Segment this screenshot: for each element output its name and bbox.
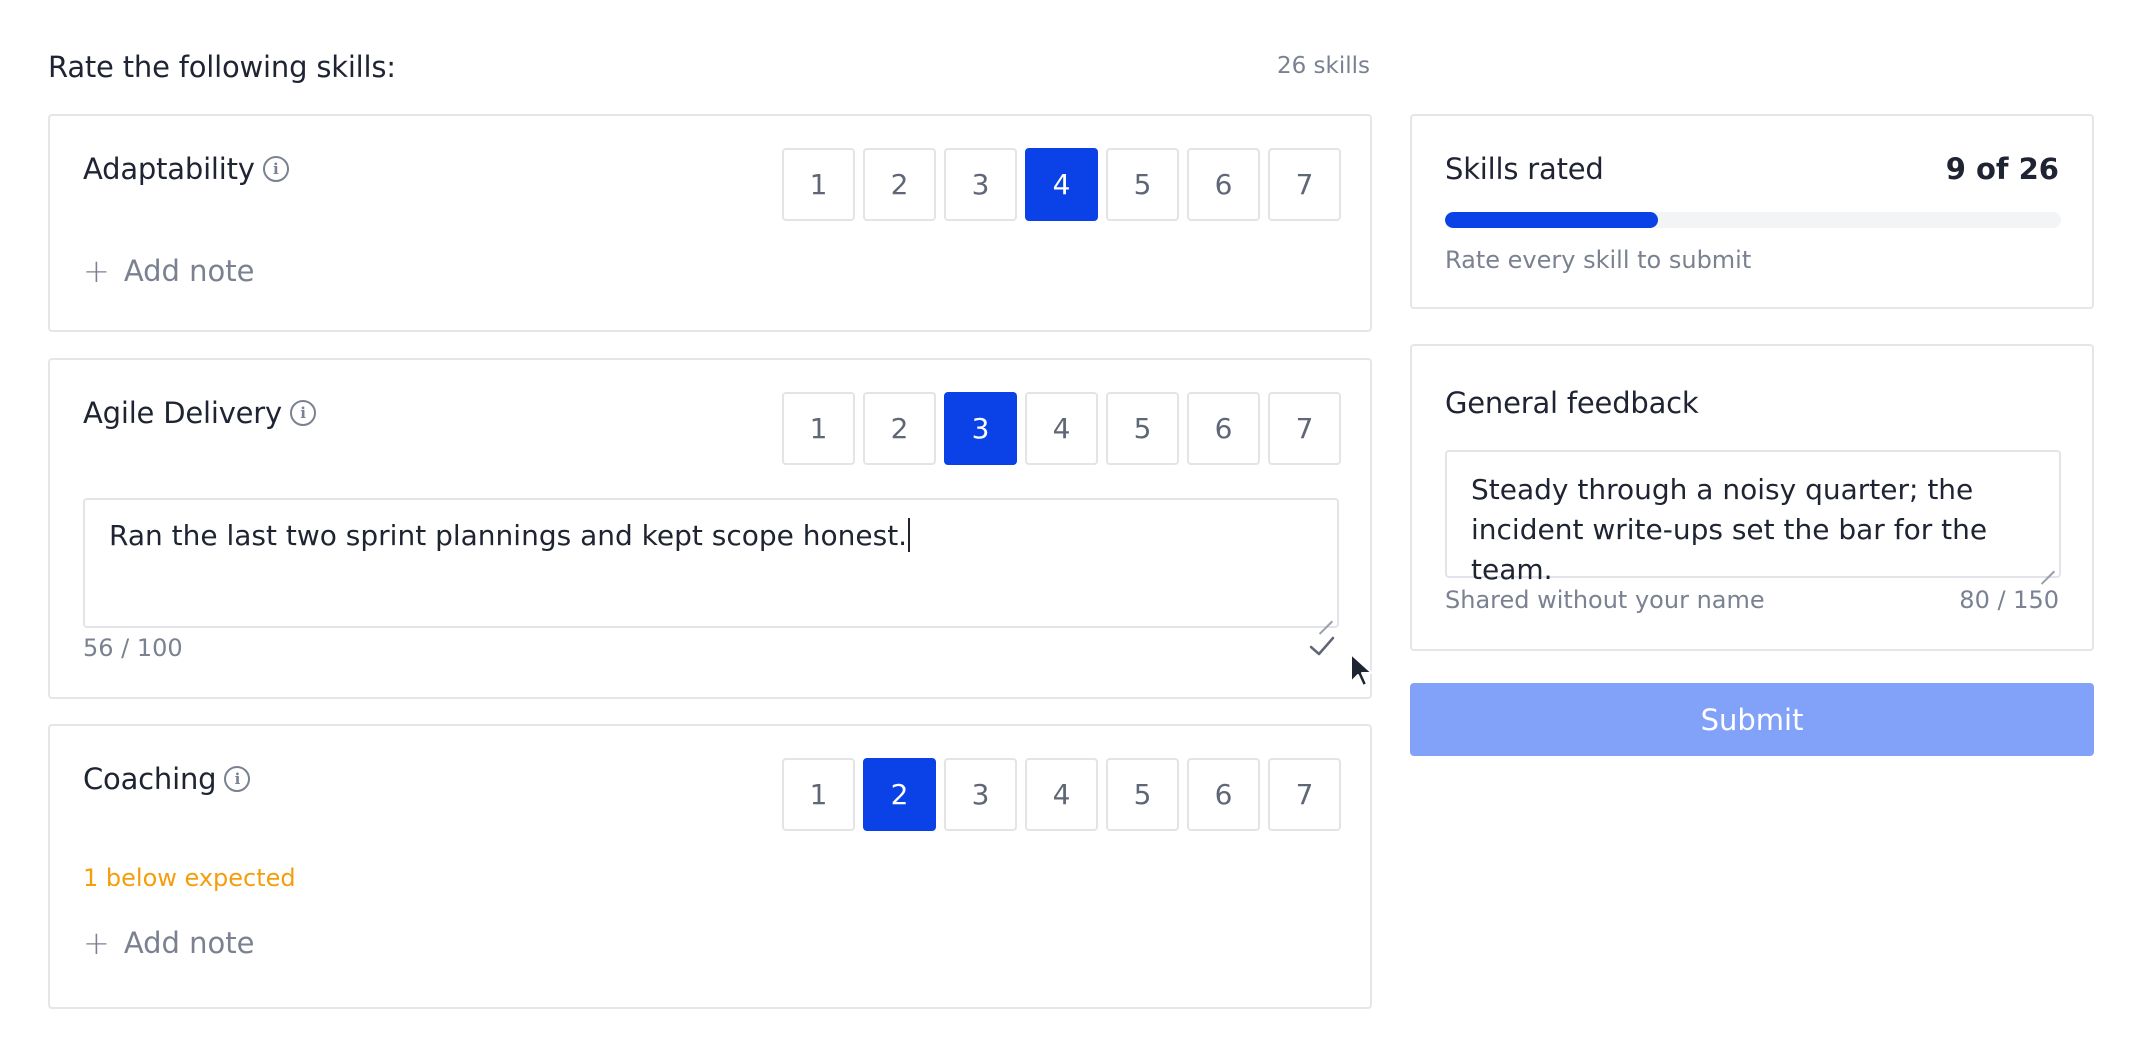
feedback-textarea[interactable]: Steady through a noisy quarter; the inci…: [1445, 450, 2061, 586]
feedback-hint: Shared without your name: [1445, 586, 1765, 614]
rating-option-6[interactable]: 6: [1187, 392, 1260, 465]
progress-value: 9 of 26: [1945, 152, 2059, 186]
rating-option-5[interactable]: 5: [1106, 148, 1179, 221]
skill-card-agile-delivery: Agile Delivery i 1234567 Ran the last tw…: [48, 358, 1372, 699]
feedback-text: Steady through a noisy quarter; the inci…: [1471, 473, 1988, 586]
skill-name: Agile Delivery: [83, 396, 282, 430]
rating-option-6[interactable]: 6: [1187, 148, 1260, 221]
plus-icon: +: [83, 924, 110, 962]
skill-title: Agile Delivery i: [83, 396, 316, 430]
note-char-counter: 56 / 100: [83, 634, 183, 662]
rating-option-2[interactable]: 2: [863, 392, 936, 465]
rating-scale: 1234567: [782, 392, 1341, 465]
rating-option-5[interactable]: 5: [1106, 758, 1179, 831]
skill-title: Coaching i: [83, 762, 251, 796]
rating-option-6[interactable]: 6: [1187, 758, 1260, 831]
skill-title: Adaptability i: [83, 152, 289, 186]
feedback-char-counter: 80 / 150: [1959, 586, 2059, 614]
rating-option-1[interactable]: 1: [782, 758, 855, 831]
text-caret: [908, 518, 911, 552]
mouse-cursor-icon: [1350, 653, 1373, 687]
rating-warning: 1 below expected: [83, 864, 296, 892]
rating-option-7[interactable]: 7: [1268, 148, 1341, 221]
rating-scale: 1234567: [782, 148, 1341, 221]
add-note-label: Add note: [123, 926, 255, 960]
skill-card-adaptability: Adaptability i 1234567 + Add note: [48, 114, 1372, 332]
skill-name: Adaptability: [83, 152, 255, 186]
skill-card-coaching: Coaching i 1234567 1 below expected + Ad…: [48, 724, 1372, 1009]
progress-hint: Rate every skill to submit: [1445, 246, 1752, 274]
note-textarea[interactable]: Ran the last two sprint plannings and ke…: [83, 498, 1339, 628]
progress-title: Skills rated: [1445, 152, 1604, 186]
skill-name: Coaching: [83, 762, 217, 796]
rating-option-2[interactable]: 2: [863, 148, 936, 221]
rating-option-7[interactable]: 7: [1268, 392, 1341, 465]
rating-option-7[interactable]: 7: [1268, 758, 1341, 831]
add-note-label: Add note: [123, 254, 255, 288]
resize-handle[interactable]: [2041, 558, 2055, 572]
note-text: Ran the last two sprint plannings and ke…: [109, 519, 908, 552]
info-icon[interactable]: i: [224, 766, 251, 792]
rating-option-3[interactable]: 3: [944, 758, 1017, 831]
info-icon[interactable]: i: [290, 400, 316, 426]
rating-option-3[interactable]: 3: [944, 148, 1017, 221]
rating-scale: 1234567: [782, 758, 1341, 831]
add-note-button[interactable]: + Add note: [83, 254, 255, 288]
plus-icon: +: [83, 252, 110, 290]
rating-option-2[interactable]: 2: [863, 758, 936, 831]
rating-option-5[interactable]: 5: [1106, 392, 1179, 465]
add-note-button[interactable]: + Add note: [83, 926, 255, 960]
rating-option-3[interactable]: 3: [944, 392, 1017, 465]
progress-fill: [1445, 212, 1659, 228]
skills-count: 26 skills: [1276, 53, 1370, 79]
resize-handle[interactable]: [1319, 608, 1333, 622]
rating-option-4[interactable]: 4: [1025, 758, 1098, 831]
check-icon: [1309, 636, 1335, 656]
rating-option-1[interactable]: 1: [782, 148, 855, 221]
feedback-title: General feedback: [1445, 386, 1699, 420]
rating-option-4[interactable]: 4: [1025, 148, 1098, 221]
progress-bar: [1445, 212, 2061, 228]
submit-button[interactable]: Submit: [1410, 683, 2094, 756]
info-icon[interactable]: i: [262, 156, 289, 182]
general-feedback-card: General feedback Steady through a noisy …: [1410, 344, 2094, 651]
rating-option-1[interactable]: 1: [782, 392, 855, 465]
page-title: Rate the following skills:: [48, 50, 396, 84]
rating-option-4[interactable]: 4: [1025, 392, 1098, 465]
progress-card: Skills rated 9 of 26 Rate every skill to…: [1410, 114, 2094, 309]
